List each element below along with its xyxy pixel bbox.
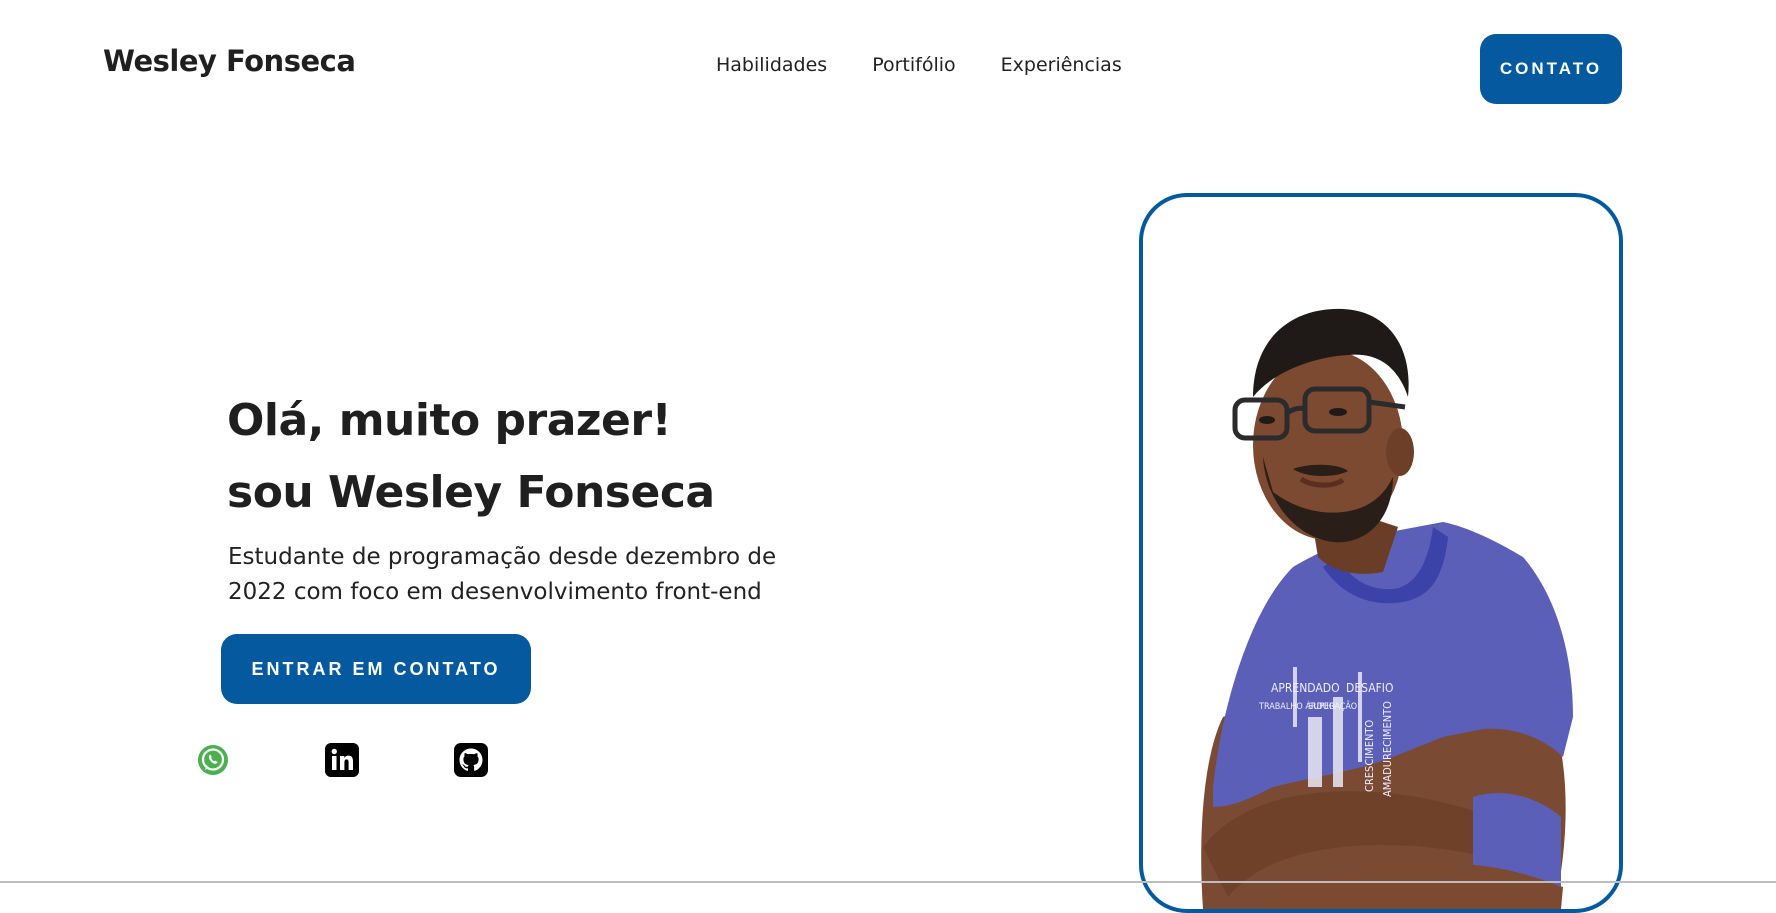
main-nav: Habilidades Portifólio Experiências <box>716 54 1122 76</box>
whatsapp-icon <box>198 745 228 775</box>
linkedin-link[interactable] <box>323 741 361 779</box>
hero-description: Estudante de programação desde dezembro … <box>228 544 777 605</box>
nav-item-experiencias[interactable]: Experiências <box>1001 54 1122 76</box>
portrait-frame: APRENDADO DESAFIO TRABALHO ÁRDUO SUPERAÇ… <box>1139 193 1623 913</box>
github-icon <box>454 743 488 777</box>
brand-logo-text[interactable]: Wesley Fonseca <box>103 44 356 78</box>
linkedin-icon <box>325 743 359 777</box>
whatsapp-link[interactable] <box>194 741 232 779</box>
portrait-photo: APRENDADO DESAFIO TRABALHO ÁRDUO SUPERAÇ… <box>1201 308 1573 909</box>
shirt-print-1: APRENDADO <box>1271 681 1340 695</box>
enter-contact-button[interactable]: ENTRAR EM CONTATO <box>221 634 531 704</box>
shirt-print-4: SUPERAÇÃO <box>1308 701 1357 712</box>
nav-item-habilidades[interactable]: Habilidades <box>716 54 827 76</box>
hero-intro: sou Wesley Fonseca <box>227 467 715 518</box>
hero-greeting: Olá, muito prazer! <box>227 395 672 446</box>
github-link[interactable] <box>452 741 490 779</box>
contact-button[interactable]: CONTATO <box>1480 34 1622 104</box>
shirt-print-6: AMADURECIMENTO <box>1381 701 1394 797</box>
shirt-print-2: DESAFIO <box>1346 681 1393 695</box>
nav-item-portifolio[interactable]: Portifólio <box>872 54 955 76</box>
shirt-print-5: CRESCIMENTO <box>1363 720 1376 792</box>
hero-headline: Olá, muito prazer! sou Wesley Fonseca <box>227 385 715 529</box>
